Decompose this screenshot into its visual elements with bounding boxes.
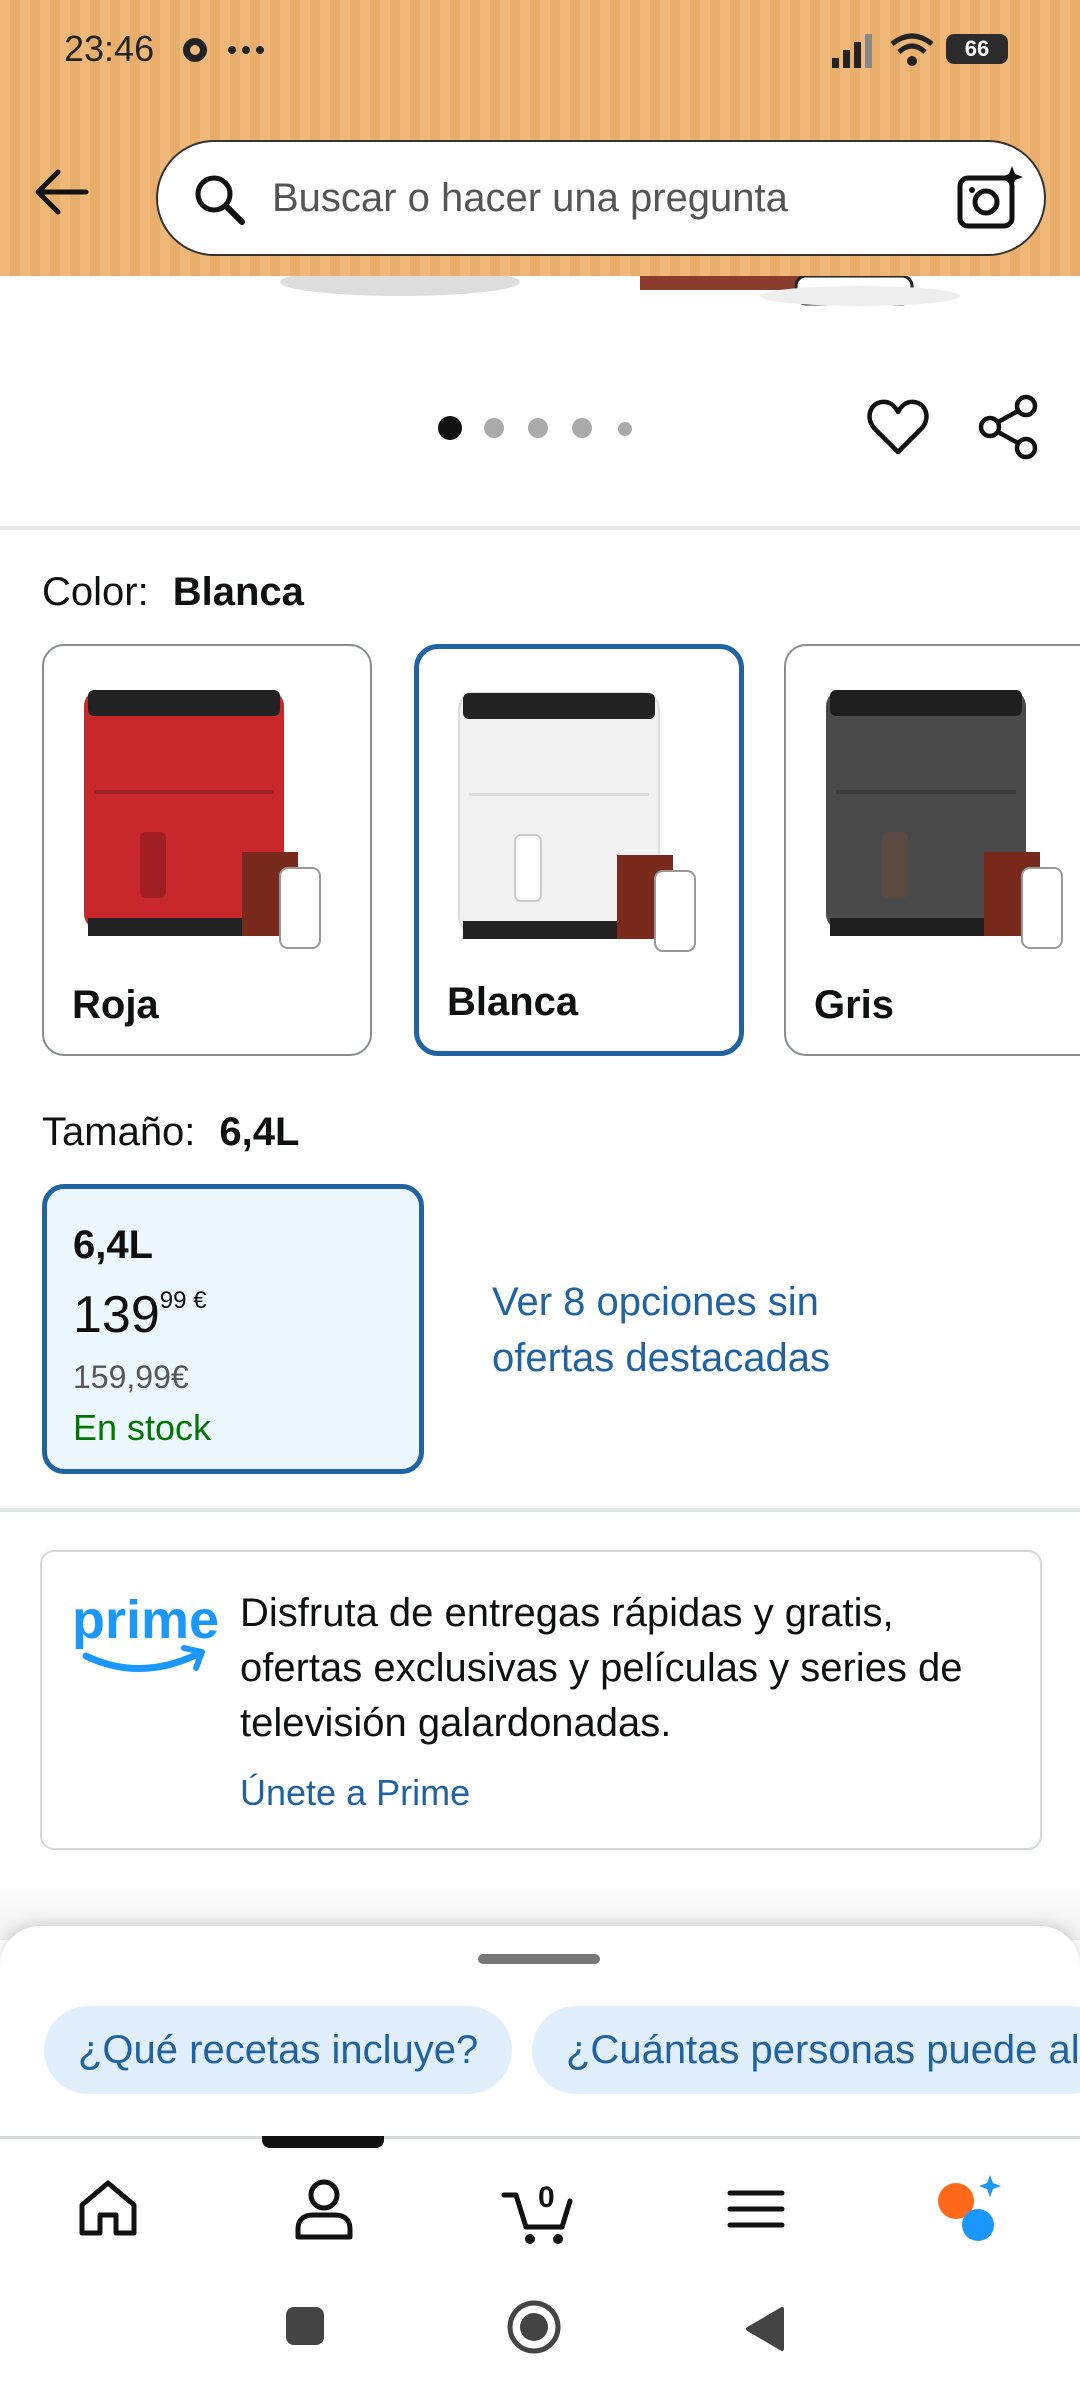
product-thumbnail (458, 692, 696, 952)
battery-indicator: 66 (946, 34, 1008, 64)
color-swatch-blanca[interactable]: Blanca (414, 644, 744, 1056)
suggestion-chip[interactable]: ¿Qué recetas incluye? (44, 2006, 513, 2094)
header: 23:46 66 Buscar o hacer una pregunta (0, 0, 1080, 276)
prime-logo: prime (72, 1590, 219, 1672)
product-thumbnail (826, 690, 1063, 949)
divider (0, 526, 1080, 530)
suggestions-sheet: ¿Qué recetas incluye? ¿Cuántas personas … (0, 1926, 1080, 2140)
color-swatch-roja[interactable]: Roja (42, 644, 372, 1056)
system-navigation-bar (0, 2269, 1080, 2400)
carousel-dot-active[interactable] (438, 416, 462, 440)
status-bar: 23:46 66 (0, 0, 1080, 100)
search-input[interactable]: Buscar o hacer una pregunta (272, 176, 788, 221)
back-arrow-icon[interactable] (30, 160, 94, 224)
chrome-icon (183, 38, 207, 62)
prime-description: Disfruta de entregas rápidas y gratis, o… (240, 1591, 963, 1745)
divider (0, 1508, 1080, 1512)
size-option-card[interactable]: 6,4L 13999 € 159,99€ En stock (42, 1184, 424, 1474)
old-price: 159,99€ (73, 1359, 189, 1395)
drag-handle[interactable] (478, 1954, 600, 1964)
cart-icon[interactable]: 0 (500, 2169, 580, 2249)
stock-status: En stock (73, 1407, 212, 1448)
home-icon[interactable] (68, 2169, 148, 2249)
heart-icon[interactable] (866, 396, 930, 460)
prime-banner[interactable]: prime Disfruta de entregas rápidas y gra… (40, 1550, 1042, 1850)
bottom-nav: 0 (0, 2139, 1080, 2269)
status-time: 23:46 (64, 28, 155, 69)
color-selected-value: Blanca (172, 570, 304, 614)
svg-text:prime: prime (72, 1590, 219, 1650)
rufus-assistant-icon[interactable] (928, 2169, 1008, 2249)
size-label: Tamaño: 6,4L (42, 1110, 300, 1154)
share-icon[interactable] (976, 394, 1042, 460)
product-thumbnail (84, 690, 321, 949)
home-button-icon[interactable] (506, 2299, 562, 2355)
price: 13999 € (73, 1286, 207, 1344)
size-option-name: 6,4L (73, 1223, 154, 1267)
product-image-bottom[interactable] (0, 276, 1080, 336)
more-options-link[interactable]: Ver 8 opciones sin ofertas destacadas (492, 1274, 932, 1386)
cart-count: 0 (538, 2181, 555, 2214)
account-icon[interactable] (284, 2169, 364, 2249)
carousel-dot[interactable] (572, 418, 592, 438)
signal-icon (832, 34, 872, 68)
suggestion-chip[interactable]: ¿Cuántas personas puede al (532, 2006, 1080, 2094)
color-swatch-gris[interactable]: Gris (784, 644, 1080, 1056)
menu-icon[interactable] (716, 2169, 796, 2249)
wifi-icon (890, 33, 934, 66)
carousel-dot[interactable] (484, 418, 504, 438)
carousel-dot[interactable] (528, 418, 548, 438)
recent-apps-icon[interactable] (284, 2305, 326, 2347)
camera-search-icon[interactable] (954, 164, 1024, 234)
back-button-icon[interactable] (742, 2305, 786, 2353)
carousel-dot[interactable] (618, 422, 632, 436)
join-prime-link[interactable]: Únete a Prime (240, 1772, 470, 1814)
size-selected-value: 6,4L (219, 1110, 300, 1154)
more-notifications-icon (228, 46, 264, 54)
active-tab-indicator (262, 2136, 384, 2148)
search-bar[interactable]: Buscar o hacer una pregunta (156, 140, 1046, 256)
color-label: Color: Blanca (42, 570, 304, 614)
search-icon (195, 175, 245, 225)
